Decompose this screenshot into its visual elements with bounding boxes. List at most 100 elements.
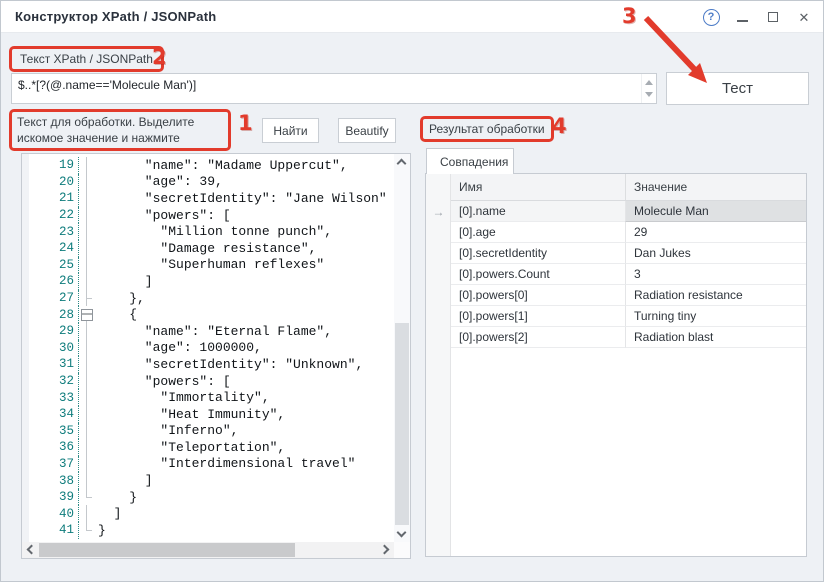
editor-lines[interactable]: 19 "name": "Madame Uppercut", 20 "age": … [29,157,394,542]
editor-line: 22 "powers": [ [29,207,394,224]
fold-marker-icon[interactable] [79,157,95,174]
fold-marker-icon[interactable] [79,423,95,440]
titlebar: Конструктор XPath / JSONPath ? ✕ [1,1,823,33]
json-source-editor[interactable]: 19 "name": "Madame Uppercut", 20 "age": … [21,153,411,559]
row-selector-cell[interactable] [426,243,451,264]
xpath-constructor-window: Конструктор XPath / JSONPath ? ✕ Текст X… [0,0,824,582]
beautify-button[interactable]: Beautify [338,118,396,143]
column-header-name[interactable]: Имя [451,174,625,200]
find-button[interactable]: Найти [262,118,319,143]
row-selector-cell[interactable] [426,222,451,243]
line-number: 20 [29,174,79,191]
horizontal-scroll-thumb[interactable] [39,543,295,557]
fold-marker-icon[interactable] [79,340,95,357]
fold-marker-icon[interactable] [79,306,95,323]
fold-marker-icon[interactable] [79,489,95,506]
fold-marker-icon[interactable] [79,190,95,207]
close-icon: ✕ [799,11,810,24]
line-number: 23 [29,223,79,240]
vertical-scroll-thumb[interactable] [395,323,409,525]
fold-marker-icon[interactable] [79,439,95,456]
result-name-cell[interactable]: [0].powers[1] [451,306,625,327]
fold-marker-icon[interactable] [79,472,95,489]
table-rows: → [0].name Molecule Man [0].age 29 [0].s… [426,201,806,348]
editor-line: 39 } [29,489,394,506]
column-header-value[interactable]: Значение [625,174,806,200]
fold-marker-icon[interactable] [79,356,95,373]
fold-marker-icon[interactable] [79,406,95,423]
result-value-cell[interactable]: Turning tiny [625,306,806,327]
code-text: "Teleportation", [95,440,285,455]
row-selector-cell[interactable] [426,285,451,306]
help-button[interactable]: ? [702,8,720,26]
result-name-cell[interactable]: [0].secretIdentity [451,243,625,264]
table-row[interactable]: [0].age 29 [426,222,806,243]
scroll-left-icon [27,545,37,555]
result-name-cell[interactable]: [0].powers[2] [451,327,625,348]
line-number: 26 [29,273,79,290]
fold-marker-icon[interactable] [79,273,95,290]
tab-matches[interactable]: Совпадения [426,148,514,174]
code-text: "Immortality", [95,390,270,405]
line-number: 34 [29,406,79,423]
xpath-input[interactable]: $..*[?(@.name=='Molecule Man')] [12,74,642,103]
table-row[interactable]: [0].powers[2] Radiation blast [426,327,806,348]
fold-marker-icon[interactable] [79,207,95,224]
help-icon: ? [703,9,720,26]
fold-marker-icon[interactable] [79,505,95,522]
row-selector-cell[interactable]: → [426,201,451,222]
code-text: "Interdimensional travel" [95,456,355,471]
table-row[interactable]: [0].powers.Count 3 [426,264,806,285]
code-text: } [95,490,137,505]
table-row[interactable]: [0].powers[0] Radiation resistance [426,285,806,306]
editor-vertical-scrollbar[interactable] [394,154,410,542]
line-number: 30 [29,340,79,357]
fold-marker-icon[interactable] [79,290,95,307]
xpath-input-spinner[interactable] [641,74,656,103]
code-text: "age": 1000000, [95,340,262,355]
result-value-cell[interactable]: Dan Jukes [625,243,806,264]
row-selector-cell[interactable] [426,306,451,327]
code-text: "name": "Madame Uppercut", [95,158,348,173]
code-text: ] [95,274,153,289]
fold-marker-icon[interactable] [79,257,95,274]
row-selector-cell[interactable] [426,327,451,348]
line-number: 19 [29,157,79,174]
table-row[interactable]: [0].powers[1] Turning tiny [426,306,806,327]
line-number: 24 [29,240,79,257]
annotation-3: 3 [622,4,637,28]
code-text: "Million tonne punch", [95,224,332,239]
row-selector-cell[interactable] [426,264,451,285]
editor-horizontal-scrollbar[interactable] [22,542,394,558]
editor-line: 29 "name": "Eternal Flame", [29,323,394,340]
fold-marker-icon[interactable] [79,522,95,539]
table-row[interactable]: → [0].name Molecule Man [426,201,806,222]
editor-line: 19 "name": "Madame Uppercut", [29,157,394,174]
result-value-cell[interactable]: Radiation resistance [625,285,806,306]
code-text: "Superhuman reflexes" [95,257,324,272]
close-button[interactable]: ✕ [795,8,813,26]
fold-marker-icon[interactable] [79,174,95,191]
result-name-cell[interactable]: [0].powers.Count [451,264,625,285]
maximize-button[interactable] [764,8,782,26]
result-value-cell[interactable]: 3 [625,264,806,285]
result-name-cell[interactable]: [0].powers[0] [451,285,625,306]
test-button[interactable]: Тест [666,72,809,105]
editor-line: 20 "age": 39, [29,174,394,191]
minimize-button[interactable] [733,8,751,26]
result-name-cell[interactable]: [0].name [451,201,625,222]
result-name-cell[interactable]: [0].age [451,222,625,243]
code-text: ] [95,506,121,521]
result-value-cell[interactable]: Radiation blast [625,327,806,348]
fold-marker-icon[interactable] [79,240,95,257]
fold-marker-icon[interactable] [79,323,95,340]
result-value-cell[interactable]: 29 [625,222,806,243]
result-value-cell[interactable]: Molecule Man [625,201,806,222]
fold-marker-icon[interactable] [79,456,95,473]
scrollbar-corner [394,542,410,558]
fold-marker-icon[interactable] [79,223,95,240]
fold-marker-icon[interactable] [79,373,95,390]
table-row[interactable]: [0].secretIdentity Dan Jukes [426,243,806,264]
fold-marker-icon[interactable] [79,389,95,406]
editor-line: 37 "Interdimensional travel" [29,456,394,473]
